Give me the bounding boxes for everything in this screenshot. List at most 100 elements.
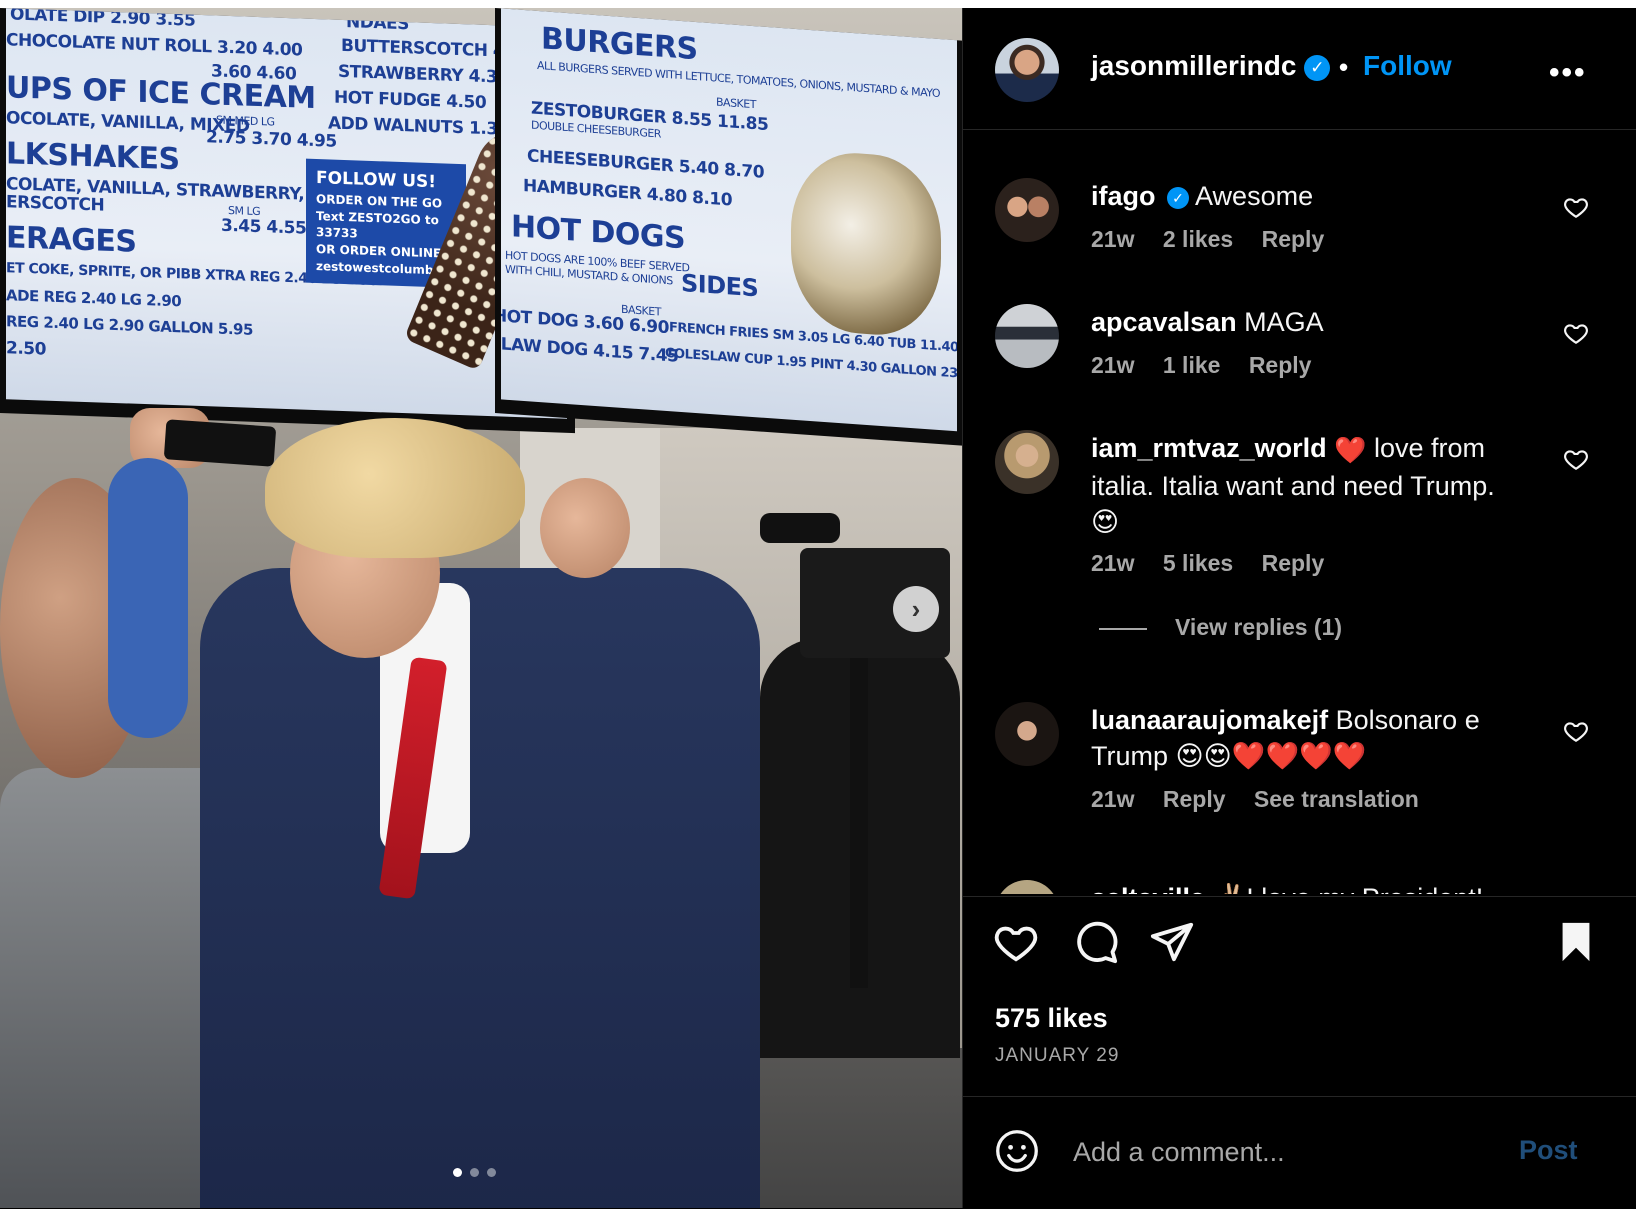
comment-heart-icon[interactable] bbox=[1563, 320, 1589, 346]
post-actions: 575 likes JANUARY 29 bbox=[963, 896, 1636, 1097]
menu-heading: LKSHAKES bbox=[6, 136, 180, 178]
post-photo[interactable]: OLATE DIP 2.90 3.55 CHOCOLATE NUT ROLL 3… bbox=[0, 8, 962, 1208]
burger-image bbox=[791, 148, 941, 340]
bookmark-icon[interactable] bbox=[1553, 919, 1599, 965]
menu-line: BASKET bbox=[716, 95, 756, 112]
heart-icon[interactable] bbox=[993, 919, 1039, 965]
comment-like-count[interactable]: 1 like bbox=[1163, 352, 1221, 378]
see-translation-button[interactable]: See translation bbox=[1254, 786, 1419, 812]
comment-message: Awesome bbox=[1195, 181, 1314, 211]
comment-input[interactable] bbox=[1071, 1127, 1495, 1177]
view-replies-label[interactable]: View replies (1) bbox=[1175, 614, 1342, 640]
smiley-icon[interactable] bbox=[995, 1129, 1039, 1173]
menu-line: OLATE DIP 2.90 3.55 bbox=[10, 8, 196, 31]
follow-button[interactable]: Follow bbox=[1363, 50, 1452, 82]
reply-button[interactable]: Reply bbox=[1163, 786, 1226, 812]
paper-plane-icon[interactable] bbox=[1149, 919, 1195, 965]
menu-board-right: BURGERS ALL BURGERS SERVED WITH LETTUCE,… bbox=[495, 8, 962, 446]
likes-count[interactable]: 575 likes bbox=[995, 1003, 1108, 1034]
commenter-username[interactable]: iam_rmtvaz_world bbox=[1091, 433, 1327, 463]
commenter-avatar[interactable] bbox=[995, 702, 1059, 766]
author-username[interactable]: jasonmillerindc bbox=[1091, 50, 1296, 81]
replies-divider bbox=[1099, 627, 1147, 630]
comment-age: 21w bbox=[1091, 352, 1135, 378]
verified-badge-icon: ✓ bbox=[1304, 54, 1331, 81]
commenter-username[interactable]: apcavalsan bbox=[1091, 307, 1237, 337]
carousel-dots bbox=[453, 1168, 496, 1177]
comment-heart-icon[interactable] bbox=[1563, 718, 1589, 744]
comment-text: luanaaraujomakejf Bolsonaro e Trump 😍😍❤️… bbox=[1091, 702, 1521, 774]
author-username-row: jasonmillerindc ✓ bbox=[1091, 50, 1331, 82]
comment-message: MAGA bbox=[1244, 307, 1324, 337]
comment-text: ifago ✓ Awesome bbox=[1091, 178, 1521, 214]
held-phone bbox=[163, 419, 277, 467]
comment-composer: Post bbox=[963, 1096, 1636, 1209]
comment-heart-icon[interactable] bbox=[1563, 194, 1589, 220]
commenter-avatar[interactable] bbox=[995, 304, 1059, 368]
reply-button[interactable]: Reply bbox=[1262, 226, 1325, 252]
menu-line: 2.75 3.70 4.95 bbox=[206, 127, 337, 152]
menu-heading: ERAGES bbox=[6, 220, 137, 260]
reply-button[interactable]: Reply bbox=[1262, 550, 1325, 576]
commenter-username[interactable]: saltavilla bbox=[1091, 883, 1205, 894]
commenter-username[interactable]: luanaaraujomakejf bbox=[1091, 705, 1328, 735]
comment-text: apcavalsan MAGA bbox=[1091, 304, 1521, 340]
verified-badge-icon: ✓ bbox=[1167, 186, 1190, 209]
commenter-avatar[interactable] bbox=[995, 178, 1059, 242]
camera-tripod bbox=[850, 658, 868, 988]
comment-age: 21w bbox=[1091, 550, 1135, 576]
comment-like-count[interactable]: 5 likes bbox=[1163, 550, 1233, 576]
window-top-edge bbox=[0, 0, 1636, 8]
follow-us-line: Text ZESTO2GO to 33733 bbox=[316, 208, 439, 241]
blond-hair bbox=[265, 418, 525, 558]
menu-line: SLAW DOG 4.15 7.45 bbox=[501, 333, 679, 367]
commenter-avatar[interactable] bbox=[995, 430, 1059, 494]
menu-line: CHEESEBURGER 5.40 8.70 bbox=[527, 146, 765, 183]
menu-line: ERSCOTCH bbox=[6, 192, 105, 216]
menu-line: 2.50 bbox=[6, 338, 46, 360]
commenter-avatar[interactable] bbox=[995, 880, 1059, 894]
comments-list[interactable]: ifago ✓ Awesome 21w 2 likes Reply apcava… bbox=[963, 130, 1636, 894]
post-date: JANUARY 29 bbox=[995, 1045, 1120, 1066]
menu-line: REG 2.40 LG 2.90 GALLON 5.95 bbox=[6, 312, 253, 339]
post-comment-button[interactable]: Post bbox=[1519, 1135, 1578, 1166]
author-avatar[interactable] bbox=[995, 38, 1059, 102]
comment-meta: 21w 1 like Reply bbox=[1091, 352, 1333, 379]
menu-line: STRAWBERRY 4.30 bbox=[338, 61, 509, 88]
emoji-sequence: 😍😍❤️❤️❤️❤️ bbox=[1175, 741, 1367, 771]
post-header: jasonmillerindc ✓ • Follow ••• bbox=[963, 8, 1636, 130]
post-side-panel: jasonmillerindc ✓ • Follow ••• ifago ✓ Aw… bbox=[962, 8, 1636, 1208]
carousel-next-button[interactable]: › bbox=[893, 586, 939, 632]
comment-age: 21w bbox=[1091, 786, 1135, 812]
more-options-icon[interactable]: ••• bbox=[1549, 56, 1587, 90]
comment-text: saltavilla ✌🏼I love my President! bbox=[1091, 880, 1521, 894]
heart-eyes-emoji: 😍 bbox=[1091, 506, 1120, 537]
bystander-face bbox=[540, 478, 630, 578]
carousel-dot bbox=[487, 1168, 496, 1177]
menu-line: CHOCOLATE NUT ROLL 3.20 4.00 bbox=[6, 30, 303, 61]
comment-like-count[interactable]: 2 likes bbox=[1163, 226, 1233, 252]
comment-bubble-icon[interactable] bbox=[1073, 919, 1119, 965]
menu-line: BASKET bbox=[621, 302, 661, 319]
comment-heart-icon[interactable] bbox=[1563, 446, 1589, 472]
commenter-username[interactable]: ifago bbox=[1091, 181, 1156, 211]
menu-line: SM MED LG bbox=[216, 113, 275, 129]
blue-sleeve bbox=[108, 458, 188, 738]
menu-line: ADE REG 2.40 LG 2.90 bbox=[6, 286, 182, 311]
comment-meta: 21w Reply See translation bbox=[1091, 786, 1441, 813]
comment-text: iam_rmtvaz_world ❤️ love from italia. It… bbox=[1091, 430, 1521, 540]
comment-meta: 21w 5 likes Reply bbox=[1091, 550, 1346, 577]
camera-microphone bbox=[760, 513, 840, 543]
man-navy-suit bbox=[200, 568, 760, 1208]
menu-heading: SIDES bbox=[681, 269, 759, 303]
menu-board-left: OLATE DIP 2.90 3.55 CHOCOLATE NUT ROLL 3… bbox=[0, 8, 575, 434]
menu-heading: NDAES bbox=[346, 12, 409, 35]
reply-button[interactable]: Reply bbox=[1249, 352, 1312, 378]
menu-line: ADD WALNUTS 1.30 bbox=[328, 113, 510, 140]
view-replies-button[interactable]: View replies (1) bbox=[1099, 614, 1342, 641]
menu-line: 3.45 4.55 bbox=[221, 215, 307, 239]
menu-heading: HOT DOGS bbox=[511, 209, 686, 257]
comment-message: ✌🏼I love my President! bbox=[1213, 883, 1484, 894]
header-separator: • bbox=[1339, 52, 1349, 82]
carousel-dot bbox=[453, 1168, 462, 1177]
